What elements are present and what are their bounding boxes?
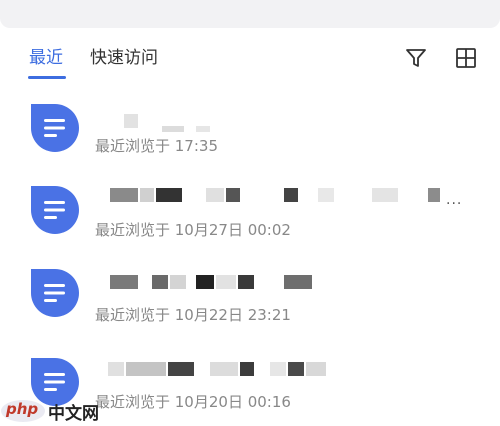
- file-list-item[interactable]: 最近浏览于 10月22日 23:21: [0, 265, 500, 345]
- file-name-redacted: [318, 188, 334, 202]
- file-list-item[interactable]: 最近浏览于 17:35: [0, 100, 500, 180]
- site-watermark: php 中文网: [0, 398, 99, 424]
- file-name-redacted: [196, 126, 210, 132]
- grid-view-icon[interactable]: [454, 46, 478, 70]
- watermark-logo-text: php: [6, 400, 39, 418]
- last-viewed-time: 最近浏览于 10月22日 23:21: [95, 306, 291, 324]
- file-name-redacted: [110, 188, 138, 202]
- top-search-area: [0, 0, 500, 28]
- document-icon: [29, 184, 81, 236]
- file-name-redacted: [284, 275, 312, 289]
- file-name-redacted: [196, 275, 214, 289]
- document-icon: [29, 102, 81, 154]
- file-name-redacted: [216, 275, 236, 289]
- file-name-redacted: [210, 362, 238, 376]
- file-name-redacted: [284, 188, 298, 202]
- file-name-redacted: [162, 126, 184, 132]
- watermark-site-text: 中文网: [48, 403, 99, 424]
- last-viewed-time: 最近浏览于 10月27日 00:02: [95, 221, 291, 239]
- tab-recent[interactable]: 最近: [29, 46, 63, 70]
- more-options-icon[interactable]: ···: [446, 196, 462, 212]
- recent-files-page: 最近 快速访问 最近浏览于 17:35 ··· 最近浏览于 10月27日 00:…: [0, 0, 500, 426]
- file-name-redacted: [168, 362, 194, 376]
- file-list-item[interactable]: ··· 最近浏览于 10月27日 00:02: [0, 180, 500, 260]
- file-name-redacted: [152, 275, 168, 289]
- file-name-redacted: [108, 362, 124, 376]
- tab-active-indicator: [28, 76, 66, 79]
- file-name-redacted: [240, 362, 254, 376]
- tab-quick-access[interactable]: 快速访问: [90, 46, 158, 70]
- file-name-redacted: [226, 188, 240, 202]
- file-name-redacted: [170, 275, 186, 289]
- file-name-redacted: [156, 188, 182, 202]
- file-name-redacted: [124, 114, 138, 128]
- file-name-redacted: [140, 188, 154, 202]
- file-name-redacted: [238, 275, 254, 289]
- file-name-redacted: [372, 188, 398, 202]
- file-name-redacted: [206, 188, 224, 202]
- file-name-redacted: [126, 362, 166, 376]
- last-viewed-time: 最近浏览于 17:35: [95, 137, 218, 155]
- file-name-redacted: [306, 362, 326, 376]
- file-name-redacted: [270, 362, 286, 376]
- file-name-redacted: [288, 362, 304, 376]
- file-name-redacted: [428, 188, 440, 202]
- document-icon: [29, 267, 81, 319]
- file-name-redacted: [110, 275, 138, 289]
- last-viewed-time: 最近浏览于 10月20日 00:16: [95, 393, 291, 411]
- filter-icon[interactable]: [404, 46, 428, 70]
